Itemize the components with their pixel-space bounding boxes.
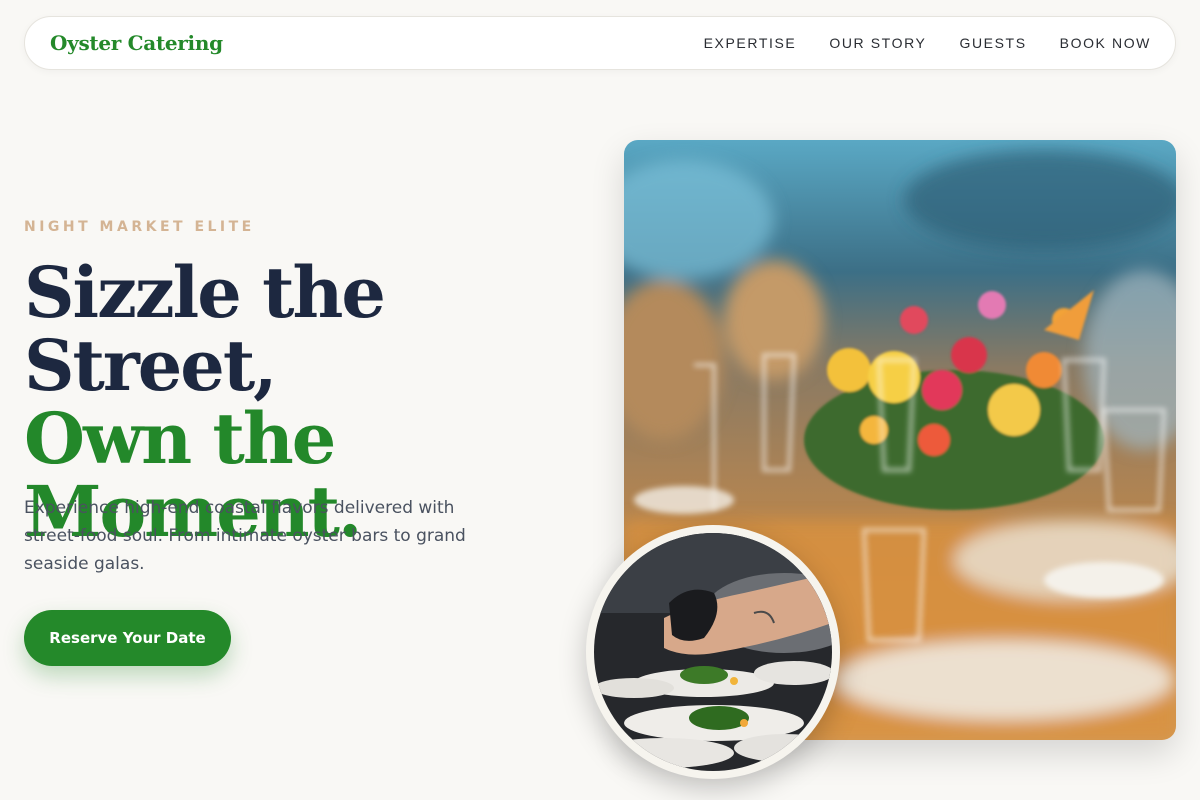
brand-logo[interactable]: Oyster Catering: [50, 31, 223, 55]
top-navbar: Oyster Catering EXPERTISE OUR STORY GUES…: [24, 16, 1176, 70]
nav-link-book-now[interactable]: BOOK NOW: [1060, 35, 1151, 51]
headline-line-1: Sizzle the Street,: [24, 251, 386, 407]
nav-links: EXPERTISE OUR STORY GUESTS BOOK NOW: [704, 35, 1151, 51]
nav-link-expertise[interactable]: EXPERTISE: [704, 35, 797, 51]
headline-line-2: Own the: [24, 397, 336, 480]
hero-description: Experience high-end coastal flavors deli…: [24, 498, 466, 574]
reserve-date-button[interactable]: Reserve Your Date: [24, 610, 231, 666]
hero-eyebrow: NIGHT MARKET ELITE: [24, 219, 255, 235]
nav-link-our-story[interactable]: OUR STORY: [829, 35, 926, 51]
nav-link-guests[interactable]: GUESTS: [959, 35, 1026, 51]
chef-plating-photo: [586, 525, 840, 779]
